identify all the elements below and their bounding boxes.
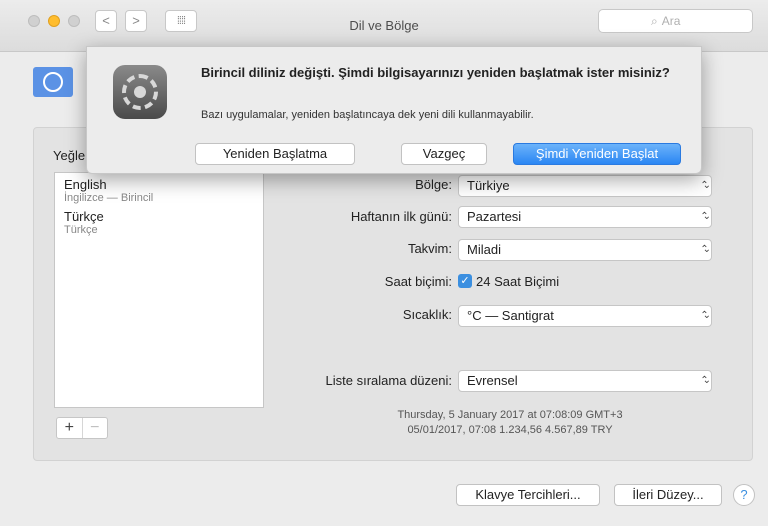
- calendar-select[interactable]: Miladi ⌃⌄: [458, 239, 712, 261]
- cancel-button[interactable]: Vazgeç: [401, 143, 487, 165]
- advanced-button[interactable]: İleri Düzey...: [614, 484, 722, 506]
- language-subtitle: Türkçe: [64, 224, 98, 236]
- search-icon: ⌕: [651, 14, 658, 28]
- first-day-select[interactable]: Pazartesi ⌃⌄: [458, 206, 712, 228]
- sort-order-value: Evrensel: [467, 373, 518, 388]
- system-preferences-gear-icon: [113, 65, 167, 119]
- preferred-languages-label: Yeğle: [53, 148, 86, 163]
- add-remove-control: + −: [56, 417, 108, 439]
- add-language-button[interactable]: +: [57, 418, 82, 438]
- updown-chevron-icon: ⌃⌄: [700, 244, 710, 255]
- time-format-checkbox[interactable]: ✓: [458, 274, 472, 288]
- dialog-title: Birincil diliniz değişti. Şimdi bilgisay…: [201, 65, 670, 80]
- search-placeholder: Ara: [661, 14, 681, 28]
- region-label: Bölge:: [415, 177, 452, 192]
- restart-dialog: Birincil diliniz değişti. Şimdi bilgisay…: [86, 46, 702, 174]
- region-select[interactable]: Türkiye ⌃⌄: [458, 175, 712, 197]
- sort-order-select[interactable]: Evrensel ⌃⌄: [458, 370, 712, 392]
- temperature-label: Sıcaklık:: [402, 307, 452, 322]
- temperature-select[interactable]: °C — Santigrat ⌃⌄: [458, 305, 712, 327]
- format-sample-line-2: 05/01/2017, 07:08 1.234,56 4.567,89 TRY: [407, 424, 613, 436]
- gear-hub: [134, 86, 146, 98]
- restart-now-button[interactable]: Şimdi Yeniden Başlat: [513, 143, 681, 165]
- language-name: Türkçe: [64, 209, 104, 224]
- dont-restart-button[interactable]: Yeniden Başlatma: [195, 143, 355, 165]
- help-button[interactable]: ?: [733, 484, 755, 506]
- region-flag-icon: [33, 67, 73, 97]
- time-format-label: Saat biçimi:: [384, 274, 452, 289]
- title-bar: < > ⁞⁞⁞⁞ Dil ve Bölge ⌕ Ara: [0, 0, 768, 52]
- temperature-value: °C — Santigrat: [467, 308, 554, 323]
- first-day-label: Haftanın ilk günü:: [350, 209, 452, 224]
- calendar-label: Takvim:: [407, 241, 452, 256]
- updown-chevron-icon: ⌃⌄: [700, 310, 710, 321]
- calendar-value: Miladi: [467, 242, 501, 257]
- time-format-checkbox-label[interactable]: 24 Saat Biçimi: [476, 274, 559, 289]
- checkmark-icon: ✓: [460, 275, 470, 287]
- first-day-value: Pazartesi: [467, 209, 522, 224]
- format-sample-line-1: Thursday, 5 January 2017 at 07:08:09 GMT…: [397, 409, 623, 421]
- list-item[interactable]: Türkçe Türkçe: [55, 205, 263, 237]
- keyboard-preferences-button[interactable]: Klavye Tercihleri...: [456, 484, 600, 506]
- dialog-message: Bazı uygulamalar, yeniden başlatıncaya d…: [201, 109, 534, 121]
- updown-chevron-icon: ⌃⌄: [700, 211, 710, 222]
- language-list[interactable]: English İngilizce — Birincil Türkçe Türk…: [54, 172, 264, 408]
- search-field[interactable]: ⌕ Ara: [598, 9, 753, 33]
- flag-emblem: [43, 72, 63, 92]
- region-value: Türkiye: [467, 178, 510, 193]
- updown-chevron-icon: ⌃⌄: [700, 375, 710, 386]
- sort-order-label: Liste sıralama düzeni:: [325, 373, 452, 388]
- language-name: English: [64, 177, 107, 192]
- language-subtitle: İngilizce — Birincil: [64, 192, 154, 204]
- list-item[interactable]: English İngilizce — Birincil: [55, 173, 263, 205]
- remove-language-button[interactable]: −: [81, 418, 108, 438]
- updown-chevron-icon: ⌃⌄: [700, 180, 710, 191]
- help-icon: ?: [740, 487, 748, 502]
